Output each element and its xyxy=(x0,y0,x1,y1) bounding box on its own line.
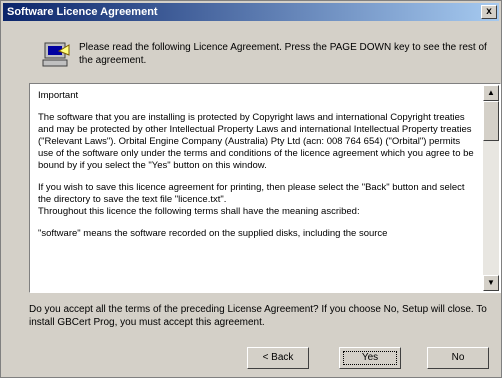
focus-ring xyxy=(343,351,397,365)
accept-question: Do you accept all the terms of the prece… xyxy=(29,304,487,328)
instruction-text: Please read the following Licence Agreem… xyxy=(79,42,487,66)
scrollbar-thumb[interactable] xyxy=(483,101,499,141)
setup-computer-icon xyxy=(42,42,70,67)
vertical-scrollbar[interactable]: ▲ ▼ xyxy=(483,85,499,291)
licence-paragraph: "software" means the software recorded o… xyxy=(38,228,388,239)
scroll-up-arrow-icon[interactable]: ▲ xyxy=(483,85,499,101)
licence-dialog: Software Licence Agreement x Please read… xyxy=(0,0,502,378)
scroll-down-arrow-icon[interactable]: ▼ xyxy=(483,275,499,291)
back-button[interactable]: < Back xyxy=(247,347,309,369)
licence-text-box[interactable]: Important The software that you are inst… xyxy=(29,83,501,293)
no-button[interactable]: No xyxy=(427,347,489,369)
licence-text: Important The software that you are inst… xyxy=(32,86,482,290)
licence-paragraph: If you wish to save this licence agreeme… xyxy=(38,182,465,217)
close-button[interactable]: x xyxy=(481,5,497,19)
yes-button[interactable]: Yes xyxy=(339,347,401,369)
window-title: Software Licence Agreement xyxy=(7,6,158,18)
licence-paragraph: The software that you are installing is … xyxy=(38,112,474,171)
licence-paragraph: Important xyxy=(38,90,79,101)
title-bar[interactable]: Software Licence Agreement x xyxy=(3,3,499,21)
